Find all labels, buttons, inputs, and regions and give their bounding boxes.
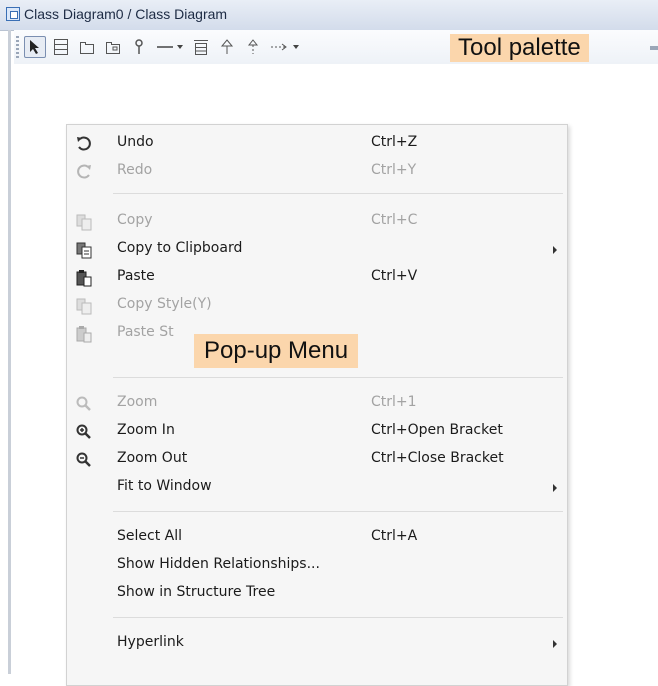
menu-item-shortcut: Ctrl+Z <box>371 134 418 150</box>
menu-item-fit-to-window[interactable]: Fit to Window <box>67 475 567 501</box>
dependency-tool[interactable] <box>268 36 304 58</box>
menu-item-redo[interactable]: Redo Ctrl+Y <box>67 159 567 185</box>
menu-item-label: Copy Style(Y) <box>117 296 212 312</box>
menu-item-shortcut: Ctrl+V <box>371 268 418 284</box>
menu-item-copy-style[interactable]: Copy Style(Y) <box>67 293 567 319</box>
template-box-icon <box>194 40 208 55</box>
dashed-arrow-up-icon <box>247 39 259 54</box>
diagram-icon <box>6 7 20 21</box>
menu-item-select-all[interactable]: Select All Ctrl+A <box>67 525 567 551</box>
menu-item-label: Undo <box>117 134 154 150</box>
zoom-in-icon <box>76 424 91 439</box>
menu-item-copy-to-clipboard[interactable]: Copy to Clipboard <box>67 237 567 263</box>
menu-item-label: Zoom <box>117 394 158 410</box>
line-dropdown-icon <box>157 45 183 49</box>
toolbar-overflow[interactable] <box>650 46 658 50</box>
menu-item-hyperlink[interactable]: Hyperlink <box>67 631 567 657</box>
menu-item-label: Select All <box>117 528 182 544</box>
toolbar-grip[interactable] <box>16 36 19 58</box>
tool-palette-callout: Tool palette <box>450 34 589 62</box>
generalization-tool[interactable] <box>216 36 238 58</box>
menu-item-shortcut: Ctrl+A <box>371 528 418 544</box>
select-tool[interactable] <box>24 36 46 58</box>
pointer-arrow-icon <box>30 40 39 54</box>
menu-item-label: Paste <box>117 268 155 284</box>
hollow-arrow-up-icon <box>220 39 234 54</box>
popup-menu: Undo Ctrl+Z Redo Ctrl+Y Copy Ctrl+C Copy… <box>66 124 568 686</box>
dashed-arrow-right-dropdown-icon <box>271 43 299 51</box>
menu-item-zoom-out[interactable]: Zoom Out Ctrl+Close Bracket <box>67 447 567 473</box>
menu-item-shortcut: Ctrl+Close Bracket <box>371 450 504 466</box>
subsystem-tool[interactable] <box>102 36 124 58</box>
menu-item-undo[interactable]: Undo Ctrl+Z <box>67 131 567 157</box>
menu-separator <box>113 377 563 378</box>
submenu-arrow-icon <box>553 640 557 648</box>
window-left-border <box>8 30 11 674</box>
menu-item-label: Zoom Out <box>117 450 188 466</box>
association-tool[interactable] <box>154 36 186 58</box>
menu-item-copy[interactable]: Copy Ctrl+C <box>67 209 567 235</box>
menu-item-shortcut: Ctrl+1 <box>371 394 417 410</box>
menu-item-zoom[interactable]: Zoom Ctrl+1 <box>67 391 567 417</box>
menu-item-label: Show in Structure Tree <box>117 584 276 600</box>
package-tool[interactable] <box>76 36 98 58</box>
class-template-tool[interactable] <box>190 36 212 58</box>
paste-style-icon <box>76 326 92 343</box>
menu-item-label: Fit to Window <box>117 478 212 494</box>
class-tool[interactable] <box>50 36 72 58</box>
popup-menu-callout: Pop-up Menu <box>194 334 359 368</box>
menu-separator <box>113 617 563 618</box>
interface-tool[interactable] <box>128 36 150 58</box>
copy-icon <box>76 214 92 231</box>
menu-item-label: Hyperlink <box>117 634 184 650</box>
menu-item-label: Copy <box>117 212 153 228</box>
tool-palette: Tool palette <box>14 30 658 64</box>
zoom-out-icon <box>76 452 91 467</box>
diagram-window: Class Diagram0 / Class Diagram Tool pale… <box>0 0 658 686</box>
class-box-icon <box>54 39 68 55</box>
window-title: Class Diagram0 / Class Diagram <box>24 6 228 22</box>
copy-clipboard-icon <box>76 242 92 259</box>
menu-item-shortcut: Ctrl+Open Bracket <box>371 422 503 438</box>
redo-icon <box>77 164 91 179</box>
zoom-icon <box>76 396 91 411</box>
subsystem-folder-icon <box>106 42 120 54</box>
menu-item-shortcut: Ctrl+Y <box>371 162 417 178</box>
undo-icon <box>77 136 91 151</box>
lollipop-icon <box>135 39 143 54</box>
menu-item-paste[interactable]: Paste Ctrl+V <box>67 265 567 291</box>
menu-item-label: Paste St <box>117 324 174 340</box>
submenu-arrow-icon <box>553 484 557 492</box>
menu-item-label: Redo <box>117 162 153 178</box>
menu-separator <box>113 193 563 194</box>
menu-item-label: Copy to Clipboard <box>117 240 243 256</box>
window-titlebar[interactable]: Class Diagram0 / Class Diagram <box>0 0 658 31</box>
menu-item-zoom-in[interactable]: Zoom In Ctrl+Open Bracket <box>67 419 567 445</box>
copy-style-icon <box>76 298 92 315</box>
menu-item-show-hidden-relationships[interactable]: Show Hidden Relationships... <box>67 553 567 579</box>
menu-separator <box>113 511 563 512</box>
realization-tool[interactable] <box>242 36 264 58</box>
menu-item-label: Show Hidden Relationships... <box>117 556 320 572</box>
menu-item-show-in-structure-tree[interactable]: Show in Structure Tree <box>67 581 567 607</box>
submenu-arrow-icon <box>553 246 557 254</box>
menu-item-label: Zoom In <box>117 422 175 438</box>
package-folder-icon <box>80 42 94 54</box>
menu-item-shortcut: Ctrl+C <box>371 212 418 228</box>
paste-icon <box>76 270 92 287</box>
